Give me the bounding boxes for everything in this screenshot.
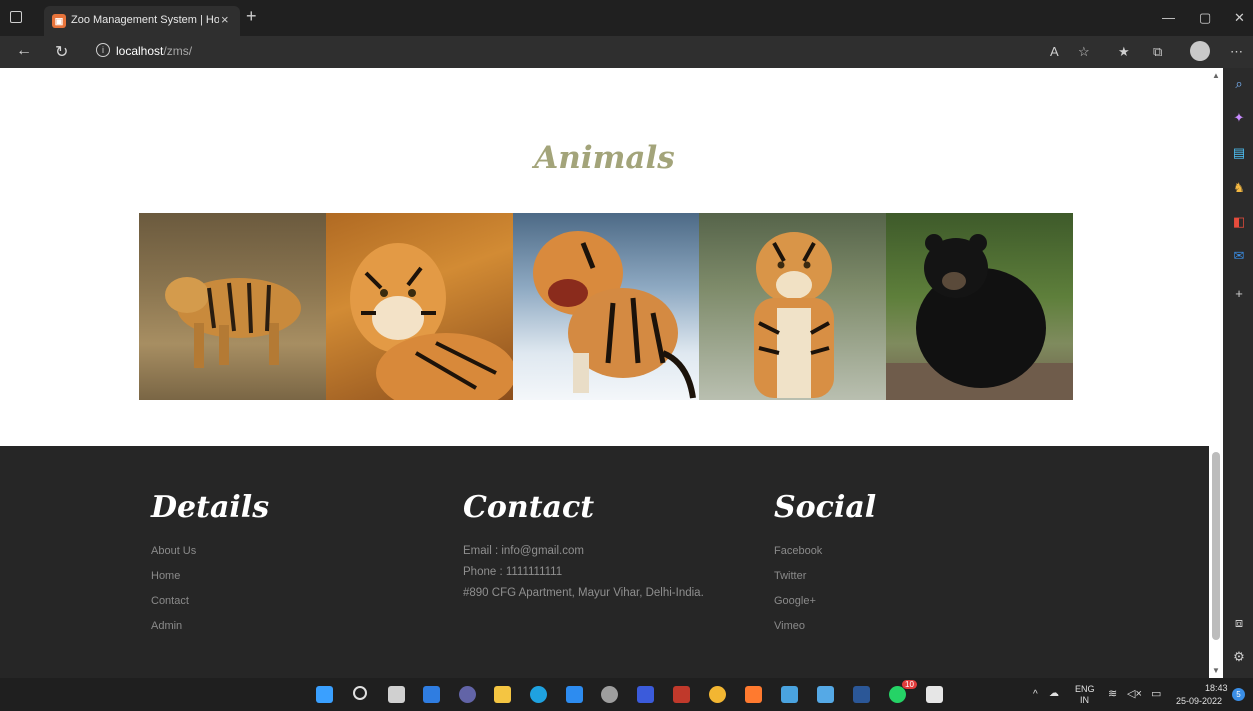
sidebar-settings-icon[interactable]: ⚙: [1231, 649, 1247, 665]
paint-icon[interactable]: [781, 686, 798, 703]
language-bottom[interactable]: IN: [1080, 695, 1089, 705]
black-bear-illustration: [886, 234, 1073, 400]
wifi-icon[interactable]: ≋: [1108, 687, 1117, 700]
browser-window: ▣ Zoo Management System | Home × + — ▢ ✕…: [0, 0, 1253, 711]
volume-muted-icon[interactable]: ◁×: [1127, 687, 1142, 700]
snipping-tool-icon[interactable]: [926, 686, 943, 703]
teams-chat-icon[interactable]: [459, 686, 476, 703]
whatsapp-badge: 10: [902, 680, 917, 689]
onedrive-icon[interactable]: ☁: [1049, 688, 1059, 699]
footer-link-about-us[interactable]: About Us: [151, 545, 269, 557]
browser-tab[interactable]: ▣ Zoo Management System | Home ×: [44, 6, 240, 36]
windows-taskbar: 10 ^ ☁ ENG IN ≋ ◁× ▭ 18:43 25-09-2022 5: [0, 678, 1253, 711]
footer-link-home[interactable]: Home: [151, 570, 269, 582]
scroll-thumb[interactable]: [1212, 452, 1220, 640]
footer-link-admin[interactable]: Admin: [151, 620, 269, 632]
gallery-photo-tiger-front: [699, 213, 887, 400]
footer-details-title: Details: [151, 490, 270, 525]
gallery-photo-tiger-lying: [325, 213, 513, 400]
read-aloud-icon[interactable]: A: [1050, 44, 1059, 59]
footer-contact-column: Contact Email : info@gmail.com Phone : 1…: [463, 490, 704, 608]
close-window-icon[interactable]: ✕: [1234, 10, 1245, 26]
footer-social-title: Social: [774, 490, 877, 525]
site-favicon-icon: ▣: [52, 14, 66, 28]
gallery-photo-black-bear: [886, 213, 1073, 400]
tab-actions-icon[interactable]: [10, 11, 22, 23]
restore-icon[interactable]: ▢: [1199, 10, 1211, 26]
footer-contact-title: Contact: [463, 490, 595, 525]
word-icon[interactable]: [853, 686, 870, 703]
social-link-vimeo[interactable]: Vimeo: [774, 620, 876, 632]
widgets-icon[interactable]: [423, 686, 440, 703]
language-top[interactable]: ENG: [1075, 684, 1095, 694]
contact-phone: Phone : 1111111111: [463, 566, 563, 578]
animal-gallery: [139, 213, 1073, 400]
notification-badge[interactable]: 5: [1232, 688, 1245, 701]
show-hidden-icons-icon[interactable]: ^: [1033, 689, 1038, 700]
settings-app-icon[interactable]: [601, 686, 618, 703]
mcafee-icon[interactable]: [673, 686, 690, 703]
social-link-facebook[interactable]: Facebook: [774, 545, 876, 557]
page-scrollbar[interactable]: ▲ ▼: [1209, 68, 1223, 678]
footer-social-column: Social Facebook Twitter Google+ Vimeo: [774, 490, 876, 645]
more-options-icon[interactable]: ⋯: [1230, 44, 1243, 60]
url-path: /zms/: [163, 44, 193, 58]
scroll-down-arrow-icon[interactable]: ▼: [1212, 666, 1220, 675]
battery-icon[interactable]: ▭: [1151, 687, 1161, 700]
tiger-snow-illustration: [532, 231, 696, 399]
refresh-icon[interactable]: ↻: [55, 42, 68, 62]
search-icon[interactable]: ⌕: [1231, 76, 1247, 92]
close-tab-icon[interactable]: ×: [221, 12, 229, 27]
footer-details-column: Details About Us Home Contact Admin: [151, 490, 269, 645]
file-explorer-icon[interactable]: [494, 686, 511, 703]
profile-avatar[interactable]: [1190, 41, 1210, 61]
task-view-icon[interactable]: [388, 686, 405, 703]
contact-email: Email : info@gmail.com: [463, 545, 584, 557]
scroll-up-arrow-icon[interactable]: ▲: [1212, 71, 1220, 80]
page-viewport: Animals Details About Us Home Contact Ad…: [0, 68, 1209, 678]
back-arrow-icon[interactable]: ←: [16, 42, 32, 60]
office-icon[interactable]: ◧: [1231, 214, 1247, 230]
gallery-photo-tiger-walking: [139, 213, 326, 400]
whatsapp-icon[interactable]: [889, 686, 906, 703]
gallery-photo-tiger-snow: [512, 213, 700, 400]
tab-bar: ▣ Zoo Management System | Home × + — ▢ ✕: [0, 0, 1253, 36]
add-sidebar-app-icon[interactable]: +: [1231, 286, 1247, 302]
minimize-icon[interactable]: —: [1162, 10, 1175, 25]
copilot-icon[interactable]: ✦: [1231, 110, 1247, 126]
xampp-icon[interactable]: [745, 686, 762, 703]
clock-date[interactable]: 25-09-2022: [1176, 696, 1222, 706]
edge-browser-icon[interactable]: [530, 686, 547, 703]
taskbar-search-icon[interactable]: [353, 686, 367, 700]
site-footer: Details About Us Home Contact Admin Cont…: [0, 446, 1209, 678]
tab-title: Zoo Management System | Home: [71, 14, 219, 26]
visual-studio-icon[interactable]: [637, 686, 654, 703]
add-favorite-icon[interactable]: ☆: [1078, 44, 1090, 60]
clock-time[interactable]: 18:43: [1205, 683, 1228, 693]
microsoft-store-icon[interactable]: [566, 686, 583, 703]
edge-sidebar: ⌕ ✦ ▤ ♞ ◧ ✉ + ⧈ ⚙: [1225, 68, 1253, 678]
social-link-twitter[interactable]: Twitter: [774, 570, 876, 582]
chrome-icon[interactable]: [709, 686, 726, 703]
collections-icon[interactable]: ⧉: [1153, 44, 1162, 60]
windows-start-icon[interactable]: [316, 686, 333, 703]
footer-link-contact[interactable]: Contact: [151, 595, 269, 607]
social-link-google-plus[interactable]: Google+: [774, 595, 876, 607]
hide-sidebar-icon[interactable]: ⧈: [1231, 615, 1247, 631]
tiger-lying-illustration: [349, 243, 513, 400]
remote-desktop-icon[interactable]: [817, 686, 834, 703]
tiger-walking-illustration: [165, 277, 301, 368]
animals-heading: Animals: [534, 140, 675, 176]
url-host: localhost: [116, 44, 164, 58]
tools-icon[interactable]: ♞: [1231, 180, 1247, 196]
favorites-icon[interactable]: ★: [1118, 44, 1130, 60]
site-info-icon[interactable]: i: [96, 43, 110, 57]
new-tab-button[interactable]: +: [246, 6, 257, 27]
address-bar: ← ↻ i localhost/zms/ A ☆ ★ ⧉ ⋯: [0, 36, 1253, 68]
tiger-front-illustration: [754, 232, 835, 398]
contact-address: #890 CFG Apartment, Mayur Vihar, Delhi-I…: [463, 587, 704, 599]
shopping-icon[interactable]: ▤: [1231, 145, 1247, 161]
outlook-icon[interactable]: ✉: [1231, 248, 1247, 264]
url-field[interactable]: localhost/zms/: [116, 44, 192, 58]
